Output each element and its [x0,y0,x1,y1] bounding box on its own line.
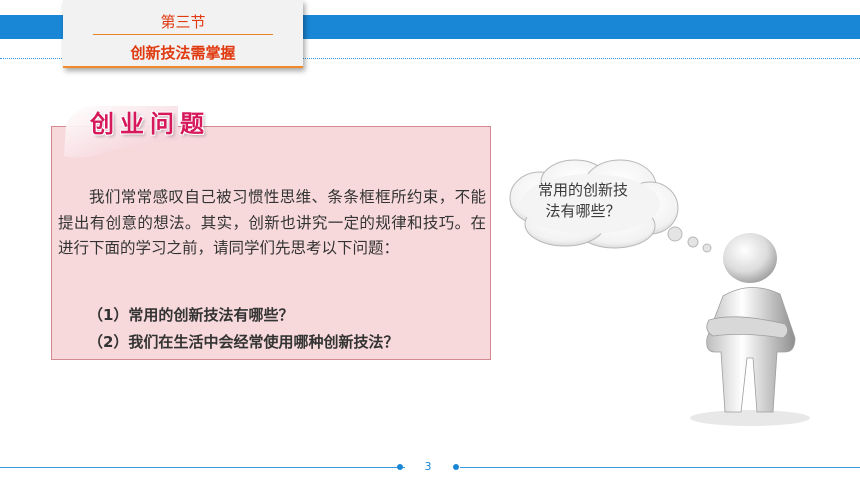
section-tab: 第三节 创新技法需掌握 [63,0,303,68]
intro-paragraph: 我们常常感叹自己被习惯性思维、条条框框所约束，不能提出有创意的想法。其实，创新也… [58,188,486,257]
section-title: 创新技法需掌握 [130,44,236,62]
section-number: 第三节 [160,13,206,31]
footer-line-left [0,467,405,468]
question-1: （1）常用的创新技法有哪些？ [88,306,294,324]
bubble-line-1: 常用的创新技 [537,181,628,199]
page-number: 3 [424,460,432,473]
footer-dot-left [397,464,403,470]
bubble-line-2: 法有哪些？ [545,202,621,220]
footer-dot-right [453,464,459,470]
thinking-person-illustration [690,233,810,426]
card-heading: 创业问题 [90,110,210,138]
bubble-text: 常用的创新技 法有哪些？ [528,180,638,222]
footer-line-right [460,467,860,468]
question-2: （2）我们在生活中会经常使用哪种创新技法？ [88,333,399,351]
section-divider [93,34,273,35]
